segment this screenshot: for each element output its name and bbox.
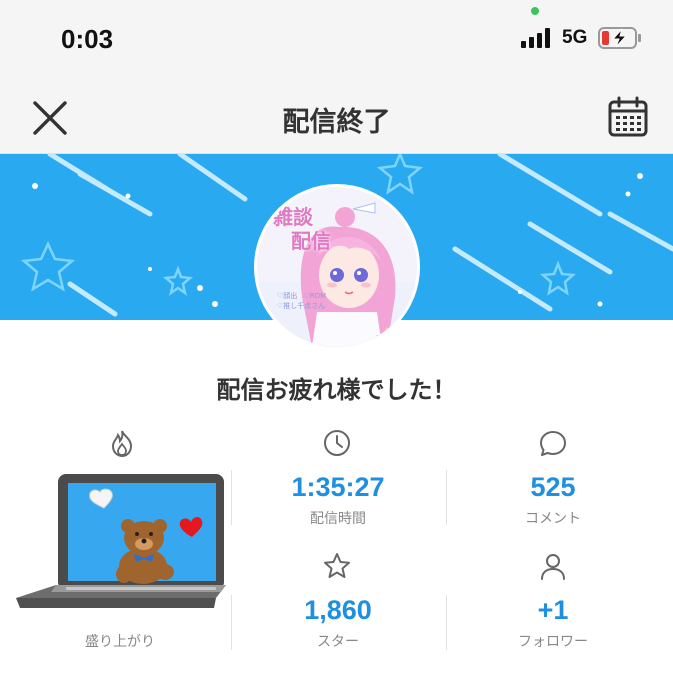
stars-value: 1,860: [304, 595, 372, 625]
divider: [446, 470, 447, 525]
avatar-title-line-1: 雑談: [273, 205, 313, 229]
person-icon: [541, 554, 565, 580]
divider: [231, 470, 232, 525]
avatar-tag: ♡ROM: [303, 292, 327, 300]
network-type: 5G: [562, 27, 588, 48]
stream-duration-label: 配信時間: [310, 511, 366, 527]
battery-icon: [598, 27, 641, 49]
status-time: 0:03: [61, 24, 114, 54]
laptop-teddy-bear-emoji: [16, 474, 226, 608]
calendar-icon[interactable]: [606, 95, 650, 139]
navigation-bar: 配信終了: [0, 80, 673, 154]
comments-value: 525: [530, 472, 576, 502]
followers-label: フォロワー: [518, 634, 588, 650]
cellular-signal-icon: [521, 27, 553, 48]
flame-icon: [111, 430, 133, 458]
comments-label: コメント: [525, 511, 581, 527]
avatar-title-line-2: 配信: [291, 229, 331, 253]
avatar-tag: ♡推し千点さん: [277, 302, 326, 310]
comment-icon: [540, 431, 566, 456]
divider: [446, 595, 447, 650]
stars-label: スター: [317, 634, 359, 650]
star-icon: [324, 553, 350, 578]
clock-icon: [324, 430, 350, 456]
avatar-title-text: 雑談 配信: [273, 205, 331, 253]
privacy-indicator-dot: [531, 7, 539, 15]
streamer-avatar[interactable]: 雑談 配信 ♡顔出 ♡ROM ♡推し千点さん: [254, 184, 420, 350]
stat-label-excitement: 盛り上がり: [85, 634, 155, 650]
followers-value: +1: [537, 595, 569, 625]
page-title: 配信終了: [282, 107, 391, 138]
avatar-tag: ♡顔出: [277, 292, 298, 300]
avatar-tags: ♡顔出 ♡ROM ♡推し千点さん: [277, 291, 326, 311]
divider: [231, 595, 232, 650]
status-bar: 0:03 5G: [0, 0, 673, 80]
stream-duration-value: 1:35:27: [291, 472, 385, 502]
greeting-text: 配信お疲れ様でした！: [216, 376, 457, 404]
